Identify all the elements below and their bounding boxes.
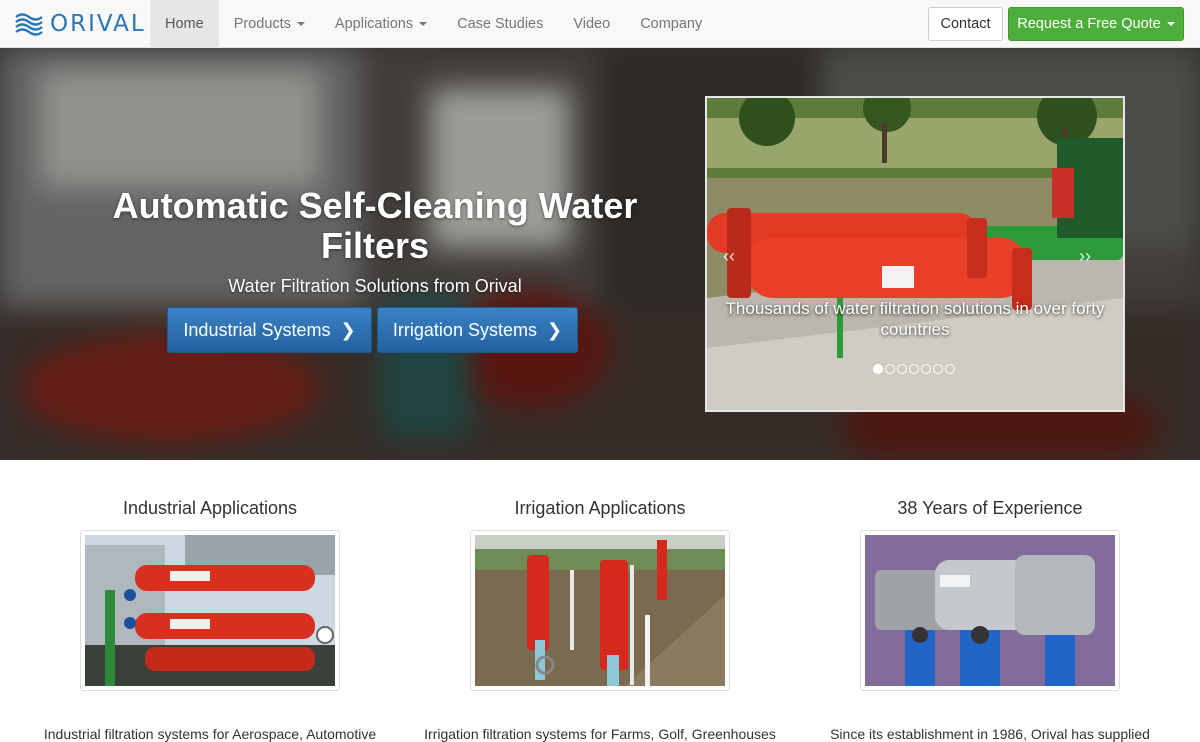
caret-down-icon xyxy=(1166,22,1175,26)
nav-item-products[interactable]: Products xyxy=(219,0,320,48)
chevron-right-icon: ❯ xyxy=(340,319,356,340)
top-navbar: ORIVAL Home Products Applications Case S… xyxy=(0,0,1200,48)
caret-down-icon xyxy=(296,22,305,26)
experience-image[interactable] xyxy=(860,530,1120,691)
carousel-dot[interactable] xyxy=(897,364,907,374)
quote-label: Request a Free Quote xyxy=(1017,16,1161,32)
industrial-applications-title: Industrial Applications xyxy=(122,498,298,518)
brand-name: ORIVAL xyxy=(50,11,146,37)
nav-item-case-studies[interactable]: Case Studies xyxy=(442,0,558,48)
irrigation-applications-title: Irrigation Applications xyxy=(514,498,686,518)
hero-banner: Automatic Self-Cleaning Water Filters Wa… xyxy=(0,48,1200,460)
carousel-dot[interactable] xyxy=(945,364,955,374)
carousel-dot[interactable] xyxy=(921,364,931,374)
request-quote-button[interactable]: Request a Free Quote xyxy=(1008,7,1184,41)
irrigation-systems-button[interactable]: Irrigation Systems ❯ xyxy=(377,307,578,353)
contact-button[interactable]: Contact xyxy=(928,7,1003,41)
experience-title: 38 Years of Experience xyxy=(897,498,1083,518)
hero-title: Automatic Self-Cleaning Water Filters xyxy=(112,185,638,266)
carousel-dot[interactable] xyxy=(885,364,895,374)
industrial-filters-photo xyxy=(85,535,335,686)
nav-item-video[interactable]: Video xyxy=(558,0,625,48)
nav-item-applications[interactable]: Applications xyxy=(320,0,442,48)
carousel-caption: Thousands of water filtration solutions … xyxy=(725,299,1105,339)
nav-label: Applications xyxy=(334,16,414,32)
carousel-dot[interactable] xyxy=(909,364,919,374)
nav-label: Video xyxy=(573,16,611,32)
contact-label: Contact xyxy=(940,16,991,32)
nav-item-company[interactable]: Company xyxy=(625,0,717,48)
button-label: Industrial Systems xyxy=(183,319,331,340)
main-nav: Home Products Applications Case Studies … xyxy=(150,0,717,48)
hero-carousel[interactable]: Thousands of water filtration solutions … xyxy=(705,96,1125,412)
chevron-right-icon: ❯ xyxy=(546,319,563,340)
nav-label: Products xyxy=(233,16,291,32)
hero-subtitle: Water Filtration Solutions from Orival xyxy=(228,276,522,296)
nav-label: Company xyxy=(640,16,703,32)
experience-filters-photo xyxy=(865,535,1115,686)
nav-label: Home xyxy=(165,16,204,32)
irrigation-filters-photo xyxy=(475,535,725,686)
nav-item-home[interactable]: Home xyxy=(150,0,219,48)
waves-logo-icon xyxy=(15,13,43,36)
carousel-dot[interactable] xyxy=(873,364,883,374)
irrigation-applications-image[interactable] xyxy=(470,530,730,691)
nav-label: Case Studies xyxy=(457,16,544,32)
industrial-applications-image[interactable] xyxy=(80,530,340,691)
carousel-indicators xyxy=(873,364,955,374)
button-label: Irrigation Systems xyxy=(392,319,537,340)
carousel-prev-icon[interactable]: ‹‹ xyxy=(723,246,735,267)
caret-down-icon xyxy=(419,22,428,26)
carousel-dot[interactable] xyxy=(933,364,943,374)
industrial-systems-button[interactable]: Industrial Systems ❯ xyxy=(167,307,372,353)
brand-logo[interactable]: ORIVAL xyxy=(14,10,146,38)
carousel-next-icon[interactable]: ›› xyxy=(1079,246,1091,267)
